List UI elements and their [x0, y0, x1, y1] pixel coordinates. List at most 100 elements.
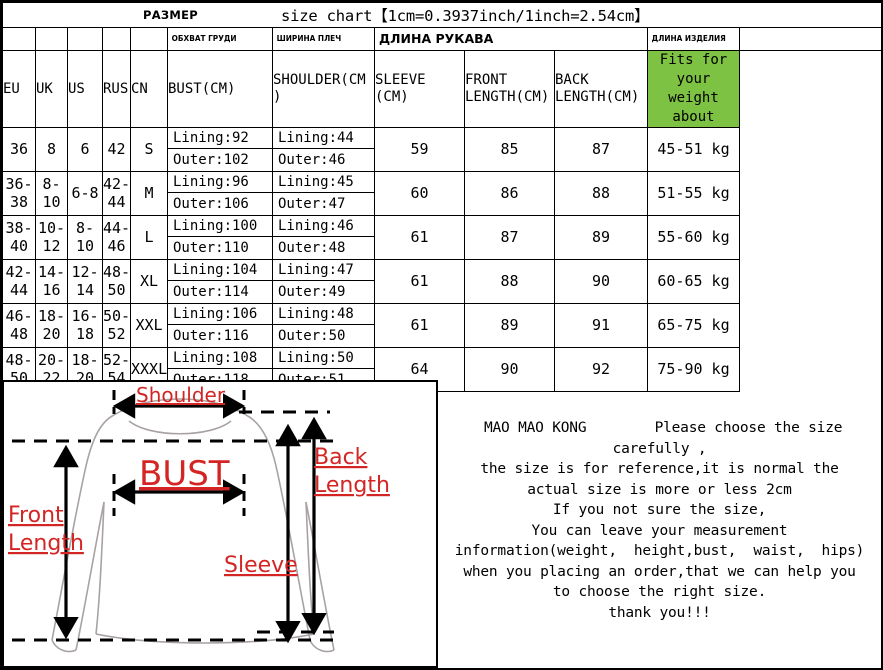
note-line: the size is for reference,it is normal t… [480, 461, 839, 477]
cell-bust-outer: Outer:106 [173, 195, 249, 212]
col-header-bust: BUST(CM) [167, 50, 273, 128]
cell-eu: 36-38 [2, 170, 36, 216]
cell-bust: Lining:106 Outer:116 [167, 302, 273, 348]
cell-shoulder-lining: Lining:45 [273, 172, 374, 194]
ru-label-sleeve: ДЛИНА РУКАВА [379, 31, 494, 46]
cell-bust-outer: Outer:110 [173, 239, 249, 256]
ru-header-shoulder: ШИРИНА ПЛЕЧ [272, 27, 375, 51]
cell-shoulder: Lining:47 Outer:49 [272, 258, 375, 304]
cell-eu: 42-44 [2, 258, 36, 304]
cell-weight: 65-75 kg [647, 302, 740, 348]
cell-uk: 8-10 [35, 170, 68, 216]
cell-back-length: 88 [554, 170, 648, 216]
label-front-length-line2: Length [8, 531, 84, 556]
label-bust: BUST [139, 454, 230, 494]
cell-front-length: 85 [464, 126, 555, 172]
size-chart-page: РАЗМЕР size chart【1cm=0.3937inch/1inch=2… [0, 0, 883, 670]
guide-ticks-icon [112, 390, 246, 516]
cell-shoulder-lining: Lining:47 [273, 260, 374, 282]
cell-cn: XXL [130, 302, 168, 348]
cell-weight: 60-65 kg [647, 258, 740, 304]
cell-uk: 10-12 [35, 214, 68, 260]
label-back-length-line2: Length [314, 473, 390, 498]
note-line: information(weight, height,bust, waist, … [454, 543, 865, 559]
col-header-fits-weight: Fits for your weight about [647, 50, 740, 128]
cell-uk: 8 [35, 126, 68, 172]
cell-back-length: 89 [554, 214, 648, 260]
table-row: 36 8 6 42 S Lining:92 Outer:102 Lining:4… [2, 126, 882, 172]
cell-uk: 14-16 [35, 258, 68, 304]
cell-sleeve: 61 [374, 214, 465, 260]
cell-rus: 50-52 [102, 302, 131, 348]
cell-bust: Lining:104 Outer:114 [167, 258, 273, 304]
col-header-uk: UK [35, 50, 68, 128]
cell-uk: 18-20 [35, 302, 68, 348]
col-header-front-length: FRONT LENGTH(CM) [464, 50, 555, 128]
cell-bust: Lining:100 Outer:110 [167, 214, 273, 260]
cell-shoulder-lining: Lining:46 [273, 216, 374, 238]
ru-spacer-us [67, 27, 103, 51]
russian-header-row: ОБХВАТ ГРУДИ ШИРИНА ПЛЕЧ ДЛИНА РУКАВА ДЛ… [2, 27, 883, 51]
garment-diagram-svg: Shoulder BUST Back Length Front Length S… [8, 383, 390, 653]
cell-back-length: 91 [554, 302, 648, 348]
size-chart-table: РАЗМЕР size chart【1cm=0.3937inch/1inch=2… [1, 2, 883, 392]
ru-label-shoulder: ШИРИНА ПЛЕЧ [276, 34, 342, 43]
col-header-us: US [67, 50, 103, 128]
cell-shoulder-lining: Lining:48 [273, 304, 374, 326]
label-back-length-line1: Back [314, 445, 368, 470]
cell-us: 8-10 [67, 214, 103, 260]
note-line: You can leave your measurement [531, 522, 788, 539]
note-line: carefully , [612, 440, 707, 457]
label-shoulder: Shoulder [136, 383, 226, 407]
cell-cn: XL [130, 258, 168, 304]
cell-rus: 42-44 [102, 170, 131, 216]
cell-shoulder-lining: Lining:50 [273, 348, 374, 370]
col-header-cn: CN [130, 50, 168, 128]
cell-weight: 51-55 kg [647, 170, 740, 216]
note-line: If you not sure the size, [552, 502, 767, 518]
ru-spacer-uk [35, 27, 68, 51]
cell-cn: M [130, 170, 168, 216]
cell-front-length: 87 [464, 214, 555, 260]
cell-us: 6 [67, 126, 103, 172]
cell-cn: S [130, 126, 168, 172]
ru-spacer-cn [130, 27, 168, 51]
col-header-back-length: BACK LENGTH(CM) [554, 50, 648, 128]
cell-eu: 46-48 [2, 302, 36, 348]
cell-sleeve: 61 [374, 258, 465, 304]
cell-shoulder-outer: Outer:47 [278, 195, 346, 212]
ru-spacer-eu [2, 27, 36, 51]
cell-weight: 45-51 kg [647, 126, 740, 172]
ru-label-bust: ОБХВАТ ГРУДИ [171, 34, 237, 43]
ru-spacer-fits [738, 27, 883, 51]
note-line: to choose the right size. [552, 584, 767, 600]
cell-front-length: 88 [464, 258, 555, 304]
cell-shoulder-lining: Lining:44 [273, 128, 374, 150]
cell-front-length: 89 [464, 302, 555, 348]
cell-us: 12-14 [67, 258, 103, 304]
cell-shoulder-outer: Outer:50 [278, 327, 346, 344]
col-header-sleeve: SLEEVE (CM) [374, 50, 465, 128]
cell-rus: 48-50 [102, 258, 131, 304]
cell-back-length: 87 [554, 126, 648, 172]
cell-bust-outer: Outer:102 [173, 151, 249, 168]
cell-shoulder: Lining:44 Outer:46 [272, 126, 375, 172]
cell-sleeve: 59 [374, 126, 465, 172]
col-header-rus: RUS [102, 50, 131, 128]
garment-outline-icon [51, 398, 335, 653]
cell-bust-lining: Lining:104 [168, 260, 272, 282]
cell-shoulder-outer: Outer:46 [278, 151, 346, 168]
bottom-section: Shoulder BUST Back Length Front Length S… [2, 380, 881, 670]
title-size-chart: size chart【1cm=0.3937inch/1inch=2.54cm】 [281, 7, 650, 25]
ru-header-sleeve: ДЛИНА РУКАВА [374, 27, 648, 51]
title-cell: РАЗМЕР size chart【1cm=0.3937inch/1inch=2… [1, 2, 883, 28]
ru-header-length: ДЛИНА ИЗДЕЛИЯ [647, 27, 740, 51]
cell-bust-lining: Lining:106 [168, 304, 272, 326]
cell-bust-lining: Lining:96 [168, 172, 272, 194]
cell-shoulder-outer: Outer:49 [278, 283, 346, 300]
cell-bust-lining: Lining:108 [168, 348, 272, 370]
cell-cn: L [130, 214, 168, 260]
cell-shoulder-outer: Outer:48 [278, 239, 346, 256]
table-row: 46-48 18-20 16-18 50-52 XXL Lining:106 O… [2, 302, 882, 348]
col-header-shoulder: SHOULDER(CM) [272, 50, 375, 128]
